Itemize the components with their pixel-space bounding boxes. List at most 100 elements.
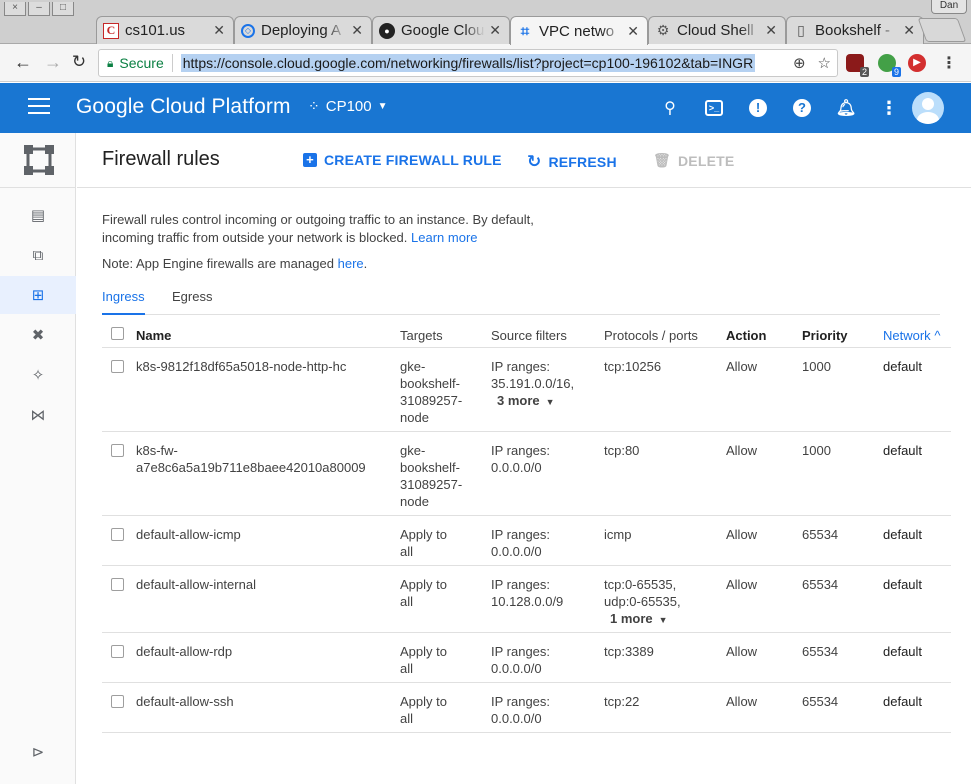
sort-ascending-icon: ^ <box>934 328 941 343</box>
rule-targets: Apply to all <box>400 526 480 560</box>
vpc-networks-icon[interactable]: ▤ <box>0 196 76 234</box>
peering-icon[interactable]: ✧ <box>0 356 76 394</box>
window-minimize-button[interactable]: – <box>28 2 50 16</box>
row-checkbox[interactable] <box>111 444 124 457</box>
routes-icon[interactable]: ✖ <box>0 316 76 354</box>
tab-egress[interactable]: Egress <box>172 289 212 315</box>
tab-close-icon[interactable]: ✕ <box>489 22 501 39</box>
select-all-checkbox[interactable] <box>111 327 124 340</box>
ublock-extension-icon[interactable]: 2 <box>846 54 869 77</box>
delete-button[interactable]: 🗑︎ DELETE <box>653 152 734 169</box>
browser-tab-cloud-shell[interactable]: ⚙ Cloud Shell ✕ <box>648 16 786 44</box>
collapse-rail-icon[interactable]: ⊳ <box>0 733 76 771</box>
show-more-button[interactable]: 1 more ▼ <box>604 610 714 629</box>
bell-icon[interactable]: 🔔︎ <box>835 97 857 119</box>
avatar[interactable] <box>912 92 944 124</box>
rule-targets: gke-bookshelf- 31089257- node <box>400 358 480 426</box>
rule-name-link[interactable]: default-allow-internal <box>136 576 256 593</box>
table-row: k8s-fw-a7e8c6a5a19b711e8baee42010a80009 g… <box>102 432 951 516</box>
more-vert-icon[interactable]: ⋮ <box>878 97 900 119</box>
tab-close-icon[interactable]: ✕ <box>213 22 225 39</box>
row-checkbox[interactable] <box>111 528 124 541</box>
row-checkbox[interactable] <box>111 360 124 373</box>
notifications-alert-icon[interactable]: ! <box>747 97 769 119</box>
rule-protocols: tcp:10256 <box>604 358 714 375</box>
rule-name-link[interactable]: default-allow-rdp <box>136 643 232 660</box>
project-selector[interactable]: ⁘ CP100 ▼ <box>308 98 388 115</box>
refresh-button[interactable]: ↻ REFRESH <box>527 152 617 172</box>
rule-action: Allow <box>726 359 758 374</box>
window-close-button[interactable]: × <box>4 2 26 16</box>
create-firewall-rule-button[interactable]: + CREATE FIREWALL RULE <box>303 152 502 168</box>
url-text[interactable]: https://console.cloud.google.com/network… <box>180 54 756 72</box>
column-header-action[interactable]: Action <box>726 327 766 344</box>
column-header-targets[interactable]: Targets <box>400 327 480 344</box>
rule-name-link[interactable]: default-allow-ssh <box>136 693 234 710</box>
external-ip-icon[interactable]: ⧉ <box>0 236 76 274</box>
cloud-shell-icon[interactable]: >_ <box>703 97 725 119</box>
search-icon[interactable]: ⚲ <box>659 97 681 119</box>
column-header-priority[interactable]: Priority <box>802 327 848 344</box>
back-arrow-icon[interactable]: ← <box>12 52 34 73</box>
shared-vpc-icon[interactable]: ⋈ <box>0 396 76 434</box>
bookmark-star-icon[interactable]: ☆ <box>818 54 831 72</box>
browser-tab-github[interactable]: ● Google Clou ✕ <box>372 16 510 44</box>
forward-arrow-icon[interactable]: → <box>42 52 64 73</box>
browser-tab-cs101[interactable]: C cs101.us ✕ <box>96 16 234 44</box>
rule-name-link[interactable]: k8s-9812f18df65a5018-node-http-hc <box>136 358 346 375</box>
new-tab-button[interactable] <box>917 18 967 42</box>
tab-close-icon[interactable]: ✕ <box>351 22 363 39</box>
brand-title[interactable]: Google Cloud Platform <box>76 95 291 119</box>
rule-source-filters-line: 0.0.0.0/0 <box>491 711 542 726</box>
rule-protocols-line: tcp:80 <box>604 443 640 458</box>
tab-close-icon[interactable]: ✕ <box>765 22 777 39</box>
rule-name-link-line: default-allow-ssh <box>136 694 234 709</box>
rule-name-link[interactable]: k8s-fw-a7e8c6a5a19b711e8baee42010a80009 <box>136 442 366 476</box>
tab-ingress[interactable]: Ingress <box>102 289 145 315</box>
play-extension-icon[interactable]: ▶ <box>908 54 926 72</box>
rule-protocols-line: tcp:22 <box>604 694 640 709</box>
column-header-network[interactable]: Network ^ <box>883 327 940 344</box>
table-body: k8s-9812f18df65a5018-node-http-hc gke-boo… <box>102 348 951 733</box>
firewall-rules-icon[interactable]: ⊞ <box>0 276 76 314</box>
browser-tab-bookshelf[interactable]: ▯ Bookshelf - ✕ <box>786 16 924 44</box>
extension-badge: 9 <box>891 67 901 77</box>
tab-title: Cloud Shell <box>677 22 754 39</box>
window-maximize-button[interactable]: □ <box>52 2 74 16</box>
hamburger-menu-icon[interactable] <box>28 98 50 118</box>
rule-source-filters: IP ranges: 0.0.0.0/0 <box>491 442 591 476</box>
column-header-protocols[interactable]: Protocols / ports <box>604 327 714 344</box>
browser-tab-vpc[interactable]: ⌗ VPC netwo ✕ <box>510 16 648 45</box>
column-header-name[interactable]: Name <box>136 327 171 344</box>
row-checkbox[interactable] <box>111 695 124 708</box>
help-icon[interactable]: ? <box>791 97 813 119</box>
rule-name-link[interactable]: default-allow-icmp <box>136 526 241 543</box>
tab-close-icon[interactable]: ✕ <box>903 22 915 39</box>
vpc-product-icon[interactable] <box>0 133 76 188</box>
address-separator <box>171 54 173 72</box>
vpc-icon: ⌗ <box>520 22 530 40</box>
learn-more-link[interactable]: Learn more <box>411 230 477 245</box>
row-checkbox[interactable] <box>111 578 124 591</box>
reload-icon[interactable]: ↻ <box>68 52 90 72</box>
zoom-icon[interactable]: ⊕ <box>793 54 806 72</box>
caret-down-icon: ▼ <box>377 101 388 112</box>
browser-tab-deploying[interactable]: ◇ Deploying A ✕ <box>234 16 372 44</box>
show-more-button[interactable]: 3 more ▼ <box>491 392 591 411</box>
rule-targets-line: bookshelf- <box>400 376 460 391</box>
tab-close-icon[interactable]: ✕ <box>627 23 639 40</box>
green-extension-icon[interactable]: 9 <box>878 54 901 77</box>
rule-source-filters-line: 10.128.0.0/9 <box>491 594 564 609</box>
rule-priority: 65534 <box>802 527 839 542</box>
address-bar[interactable]: 🔒︎ Secure https://console.cloud.google.c… <box>98 49 838 77</box>
here-link[interactable]: here <box>338 256 364 271</box>
tab-title: cs101.us <box>125 22 186 39</box>
profile-button[interactable]: Dan <box>931 0 967 14</box>
column-header-source[interactable]: Source filters <box>491 327 591 344</box>
rule-targets-line: node <box>400 410 429 425</box>
rule-source-filters-line: 0.0.0.0/0 <box>491 661 542 676</box>
more-label: 1 more <box>610 611 653 626</box>
row-checkbox[interactable] <box>111 645 124 658</box>
browser-menu-icon[interactable]: ⋮ <box>941 53 957 73</box>
rule-source-filters-line: IP ranges: <box>491 644 551 659</box>
